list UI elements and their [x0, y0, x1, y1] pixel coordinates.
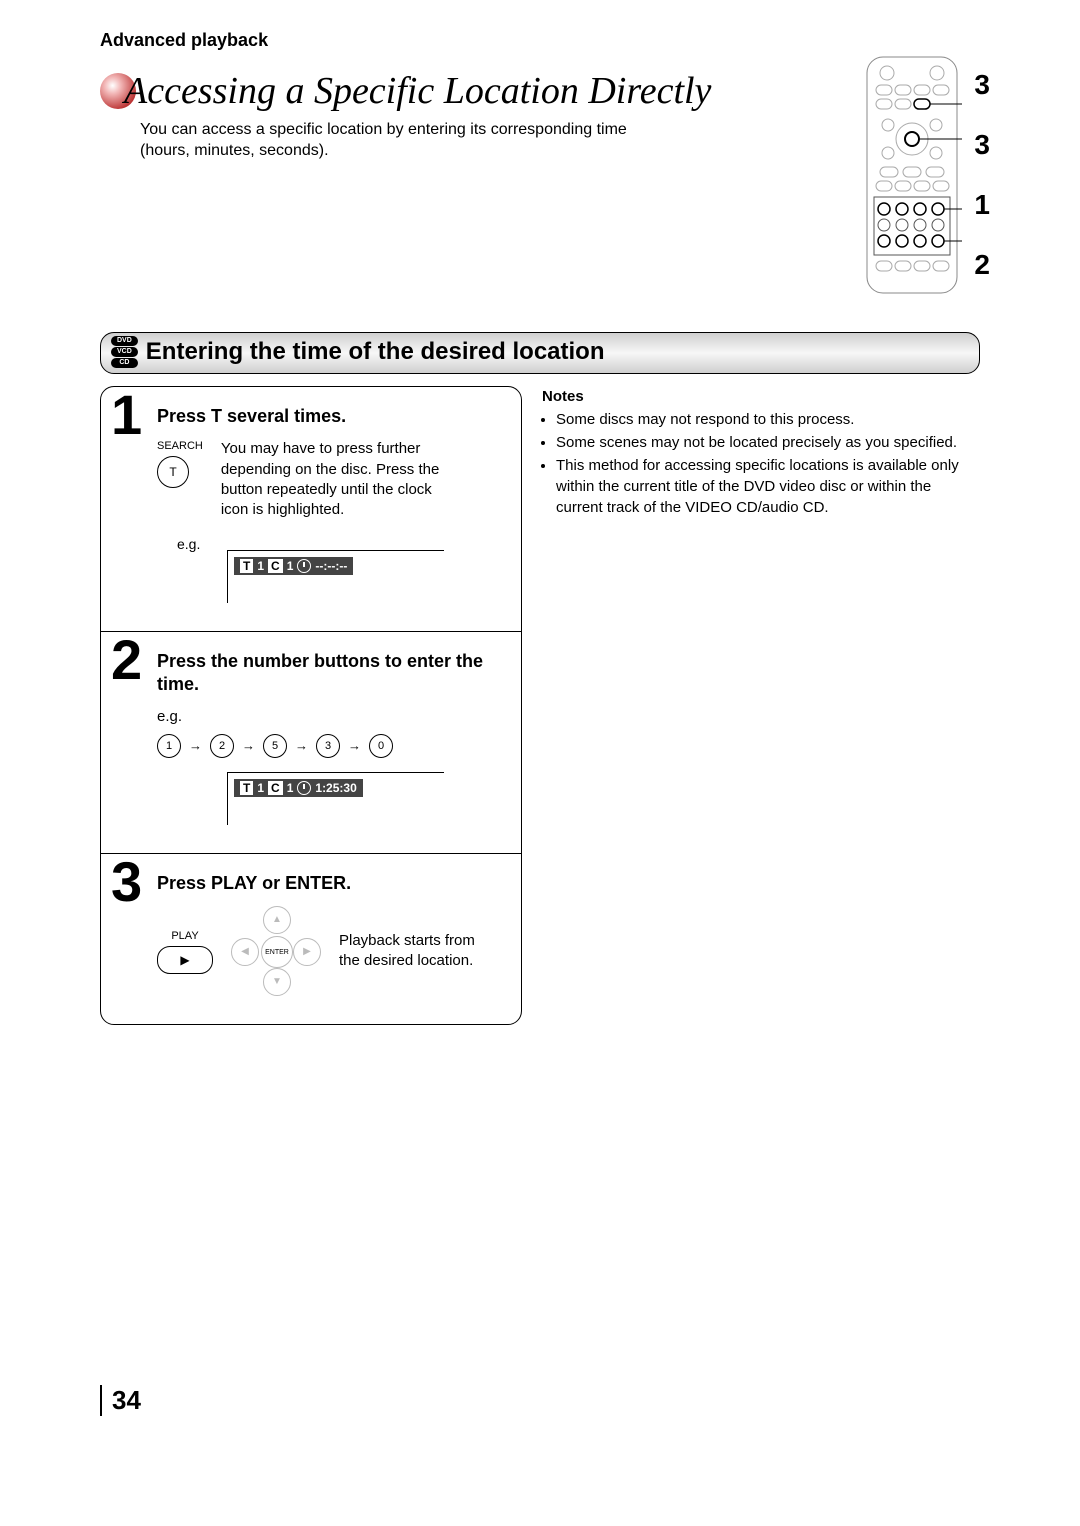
notes-title: Notes [542, 386, 980, 407]
osd-display-1: T 1 C 1 --:--:-- [234, 557, 353, 575]
remote-icon [862, 55, 962, 295]
step-3: 3 Press PLAY or ENTER. PLAY ▶ ▲ ▼ ◀ ▶ EN… [101, 853, 521, 1025]
osd-t-val: 1 [257, 781, 264, 795]
clock-icon [297, 559, 311, 573]
step-1-body: You may have to press further depending … [221, 439, 461, 520]
note-item: Some discs may not respond to this proce… [556, 409, 980, 430]
badge-dvd: DVD [111, 336, 138, 346]
step-2-number: 2 [111, 632, 142, 688]
osd-time-2: 1:25:30 [315, 781, 356, 795]
step-2-title: Press the number buttons to enter the ti… [157, 650, 505, 695]
search-label: SEARCH [157, 439, 203, 454]
osd-c-val: 1 [287, 559, 294, 573]
badge-vcd: VCD [111, 347, 138, 357]
title-row: Accessing a Specific Location Directly [100, 71, 980, 113]
step-2-osd-wrap: T 1 C 1 1:25:30 [227, 772, 444, 825]
osd-t: T [240, 781, 253, 795]
step-3-number: 3 [111, 854, 142, 910]
step-1: 1 Press T several times. SEARCH T You ma… [101, 387, 521, 632]
step-1-title: Press T several times. [157, 405, 505, 428]
osd-t-val: 1 [257, 559, 264, 573]
steps-box: 1 Press T several times. SEARCH T You ma… [100, 386, 522, 1025]
osd-display-2: T 1 C 1 1:25:30 [234, 779, 363, 797]
play-label: PLAY [157, 929, 213, 944]
enter-pad-icon: ▲ ▼ ◀ ▶ ENTER [231, 906, 321, 996]
arrow-icon: → [189, 738, 202, 753]
left-arrow-icon: ◀ [231, 938, 259, 966]
clock-icon [297, 781, 311, 795]
step-3-title: Press PLAY or ENTER. [157, 872, 505, 895]
osd-c-val: 1 [287, 781, 294, 795]
num-btn-5: 5 [263, 734, 287, 758]
arrow-icon: → [295, 738, 308, 753]
step-1-osd-wrap: T 1 C 1 --:--:-- [227, 550, 444, 603]
badge-cd: CD [111, 358, 138, 368]
step-2: 2 Press the number buttons to enter the … [101, 631, 521, 852]
notes-column: Notes Some discs may not respond to this… [542, 386, 980, 520]
down-arrow-icon: ▼ [263, 968, 291, 996]
osd-t: T [240, 559, 253, 573]
page-title: Accessing a Specific Location Directly [124, 71, 711, 113]
section-bar-title: Entering the time of the desired locatio… [146, 338, 605, 366]
play-button-icon: ▶ [157, 946, 213, 974]
callout-1: 1 [974, 185, 990, 224]
up-arrow-icon: ▲ [263, 906, 291, 934]
disc-badges: DVD VCD CD [111, 336, 138, 368]
enter-button-icon: ENTER [261, 936, 293, 968]
arrow-icon: → [242, 738, 255, 753]
num-btn-2: 2 [210, 734, 234, 758]
step-3-body: Playback starts from the desired locatio… [339, 931, 489, 972]
osd-time-1: --:--:-- [315, 559, 347, 573]
num-btn-0: 0 [369, 734, 393, 758]
page: Advanced playback Accessing a Specific L… [50, 0, 1030, 1456]
step-2-eg: e.g. [157, 707, 505, 727]
play-button-illustration: PLAY ▶ [157, 929, 213, 974]
search-button-illustration: SEARCH T [157, 439, 203, 488]
section-bar: DVD VCD CD Entering the time of the desi… [100, 332, 980, 374]
page-number: 34 [100, 1385, 980, 1416]
osd-c: C [268, 559, 283, 573]
right-arrow-icon: ▶ [293, 938, 321, 966]
intro-text: You can access a specific location by en… [140, 119, 680, 162]
remote-callouts: 3 3 1 2 [962, 55, 990, 295]
note-item: This method for accessing specific locat… [556, 455, 980, 518]
number-sequence: 1 → 2 → 5 → 3 → 0 [157, 734, 505, 758]
t-button-icon: T [157, 456, 189, 488]
num-btn-1: 1 [157, 734, 181, 758]
remote-illustration: 3 3 1 2 [862, 55, 990, 295]
num-btn-3: 3 [316, 734, 340, 758]
callout-3a: 3 [974, 65, 990, 104]
note-item: Some scenes may not be located precisely… [556, 432, 980, 453]
section-header: Advanced playback [100, 30, 980, 51]
arrow-icon: → [348, 738, 361, 753]
callout-3b: 3 [974, 125, 990, 164]
step-1-number: 1 [111, 387, 142, 443]
notes-list: Some discs may not respond to this proce… [542, 409, 980, 518]
callout-2: 2 [974, 245, 990, 284]
osd-c: C [268, 781, 283, 795]
